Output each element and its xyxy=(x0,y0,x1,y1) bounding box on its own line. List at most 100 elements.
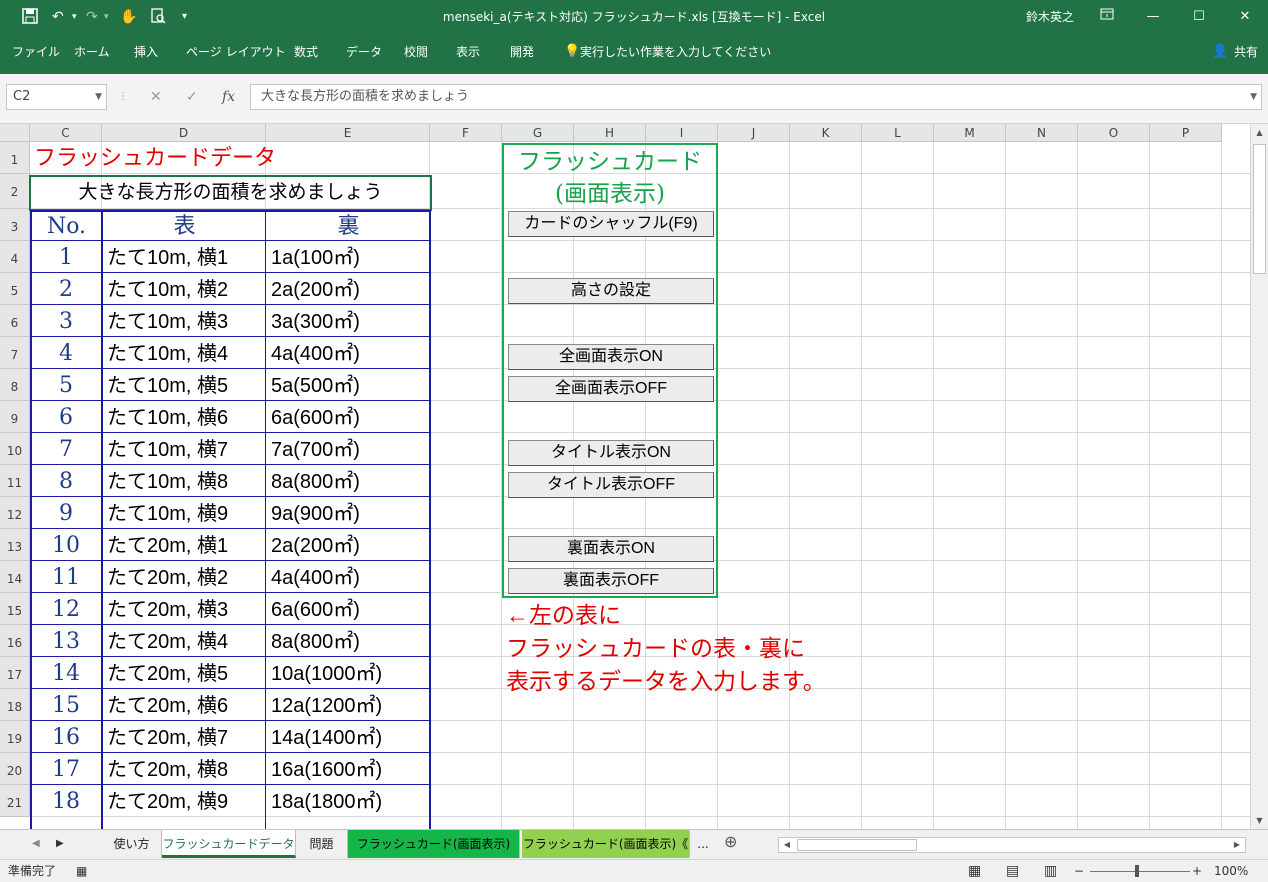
page-layout-view-icon[interactable]: ▤ xyxy=(1006,860,1019,882)
subject-cell[interactable]: 大きな長方形の面積を求めましょう xyxy=(31,176,430,209)
card-front[interactable]: たて10m, 横2 xyxy=(103,274,265,305)
cancel-icon[interactable]: ✕ xyxy=(150,88,162,106)
row-header-19[interactable]: 19 xyxy=(0,721,30,753)
card-back[interactable]: 8a(800㎡) xyxy=(267,466,429,497)
zoom-in-icon[interactable]: + xyxy=(1192,860,1202,882)
worksheet-grid[interactable]: CDEFGHIJKLMNOP 1 2 3 4 5 6 7 8 9 10 11 12 13 14 15 16 17… xyxy=(0,124,1250,829)
tell-me-box[interactable]: 実行したい作業を入力してください xyxy=(580,44,771,60)
title-display-on-button[interactable]: タイトル表示ON xyxy=(508,440,714,466)
user-name[interactable]: 鈴木英之 xyxy=(1026,9,1074,25)
row-header-21[interactable]: 21 xyxy=(0,785,30,817)
tab-data[interactable]: データ xyxy=(346,44,382,60)
back-display-on-button[interactable]: 裏面表示ON xyxy=(508,536,714,562)
card-back[interactable]: 3a(300㎡) xyxy=(267,306,429,337)
card-number[interactable]: 14 xyxy=(31,658,101,689)
column-header-g[interactable]: G xyxy=(502,124,574,142)
column-header-h[interactable]: H xyxy=(574,124,646,142)
card-back[interactable]: 8a(800㎡) xyxy=(267,626,429,657)
fullscreen-off-button[interactable]: 全画面表示OFF xyxy=(508,376,714,402)
tab-file[interactable]: ファイル xyxy=(12,44,60,60)
column-header-k[interactable]: K xyxy=(790,124,862,142)
card-front[interactable]: たて10m, 横7 xyxy=(103,434,265,465)
more-sheets-button[interactable]: ... xyxy=(692,830,714,858)
card-back[interactable]: 6a(600㎡) xyxy=(267,594,429,625)
sheet-tab-flashcard-data[interactable]: フラッシュカードデータ xyxy=(162,830,296,858)
card-front[interactable]: たて20m, 横2 xyxy=(103,562,265,593)
row-header-2[interactable]: 2 xyxy=(0,174,30,209)
share-button[interactable]: 共有 xyxy=(1234,44,1258,60)
row-header-4[interactable]: 4 xyxy=(0,241,30,273)
card-number[interactable]: 13 xyxy=(31,626,101,657)
column-header-i[interactable]: I xyxy=(646,124,718,142)
macro-record-icon[interactable]: ▦ xyxy=(76,860,87,882)
card-front[interactable]: たて20m, 横6 xyxy=(103,690,265,721)
card-front[interactable]: たて20m, 横7 xyxy=(103,722,265,753)
card-back[interactable]: 18a(1800㎡) xyxy=(267,786,429,817)
row-header-12[interactable]: 12 xyxy=(0,497,30,529)
row-header-7[interactable]: 7 xyxy=(0,337,30,369)
card-front[interactable]: たて20m, 横8 xyxy=(103,754,265,785)
sheet-title[interactable]: フラッシュカードデータ xyxy=(31,143,431,174)
row-header-18[interactable]: 18 xyxy=(0,689,30,721)
header-back[interactable]: 裏 xyxy=(267,211,430,243)
tab-insert[interactable]: 挿入 xyxy=(134,44,158,60)
card-back[interactable]: 14a(1400㎡) xyxy=(267,722,429,753)
card-number[interactable]: 2 xyxy=(31,274,101,305)
card-number[interactable]: 18 xyxy=(31,786,101,817)
chevron-down-icon[interactable]: ▼ xyxy=(95,85,102,109)
column-header-n[interactable]: N xyxy=(1006,124,1078,142)
card-number[interactable]: 4 xyxy=(31,338,101,369)
card-number[interactable]: 11 xyxy=(31,562,101,593)
vertical-scroll-thumb[interactable] xyxy=(1253,144,1266,274)
horizontal-scroll-thumb[interactable] xyxy=(797,839,917,851)
card-number[interactable]: 9 xyxy=(31,498,101,529)
zoom-slider[interactable] xyxy=(1090,871,1190,872)
column-header-e[interactable]: E xyxy=(266,124,430,142)
ribbon-display-options-icon[interactable] xyxy=(1092,5,1122,29)
header-front[interactable]: 表 xyxy=(103,211,266,243)
card-front[interactable]: たて10m, 横8 xyxy=(103,466,265,497)
card-back[interactable]: 2a(200㎡) xyxy=(267,274,429,305)
fullscreen-on-button[interactable]: 全画面表示ON xyxy=(508,344,714,370)
column-header-o[interactable]: O xyxy=(1078,124,1150,142)
expand-formula-icon[interactable]: ▼ xyxy=(1250,85,1257,109)
row-header-11[interactable]: 11 xyxy=(0,465,30,497)
column-header-l[interactable]: L xyxy=(862,124,934,142)
title-display-off-button[interactable]: タイトル表示OFF xyxy=(508,472,714,498)
row-header-15[interactable]: 15 xyxy=(0,593,30,625)
card-back[interactable]: 9a(900㎡) xyxy=(267,498,429,529)
card-back[interactable]: 4a(400㎡) xyxy=(267,562,429,593)
shuffle-cards-button[interactable]: カードのシャッフル(F9) xyxy=(508,211,714,237)
row-header-1[interactable]: 1 xyxy=(0,142,30,174)
sheet-tab-usage[interactable]: 使い方 xyxy=(102,830,162,858)
card-front[interactable]: たて10m, 横5 xyxy=(103,370,265,401)
row-header-13[interactable]: 13 xyxy=(0,529,30,561)
card-front[interactable]: たて20m, 横4 xyxy=(103,626,265,657)
name-box[interactable]: C2 ▼ xyxy=(6,84,107,110)
enter-icon[interactable]: ✓ xyxy=(186,88,198,106)
card-front[interactable]: たて20m, 横1 xyxy=(103,530,265,561)
row-header-17[interactable]: 17 xyxy=(0,657,30,689)
card-front[interactable]: たて20m, 横5 xyxy=(103,658,265,689)
card-front[interactable]: たて10m, 横3 xyxy=(103,306,265,337)
add-sheet-icon[interactable]: ⊕ xyxy=(724,834,737,850)
sheet-tab-flashcard-screen-2[interactable]: フラッシュカード(画面表示)《 xyxy=(522,830,690,858)
tab-developer[interactable]: 開発 xyxy=(510,44,534,60)
card-number[interactable]: 8 xyxy=(31,466,101,497)
sheet-tab-problems[interactable]: 問題 xyxy=(296,830,348,858)
back-display-off-button[interactable]: 裏面表示OFF xyxy=(508,568,714,594)
card-back[interactable]: 2a(200㎡) xyxy=(267,530,429,561)
header-no[interactable]: No. xyxy=(31,211,102,243)
prev-sheet-icon[interactable]: ◀ xyxy=(32,836,40,852)
zoom-level[interactable]: 100% xyxy=(1214,860,1248,882)
card-back[interactable]: 5a(500㎡) xyxy=(267,370,429,401)
column-header-f[interactable]: F xyxy=(430,124,502,142)
insert-function-icon[interactable]: fx xyxy=(222,88,235,106)
card-number[interactable]: 16 xyxy=(31,722,101,753)
scroll-right-icon[interactable]: ▶ xyxy=(1229,838,1245,852)
card-number[interactable]: 10 xyxy=(31,530,101,561)
row-header-6[interactable]: 6 xyxy=(0,305,30,337)
zoom-slider-knob[interactable] xyxy=(1135,865,1139,877)
card-number[interactable]: 7 xyxy=(31,434,101,465)
card-front[interactable]: たて20m, 横9 xyxy=(103,786,265,817)
